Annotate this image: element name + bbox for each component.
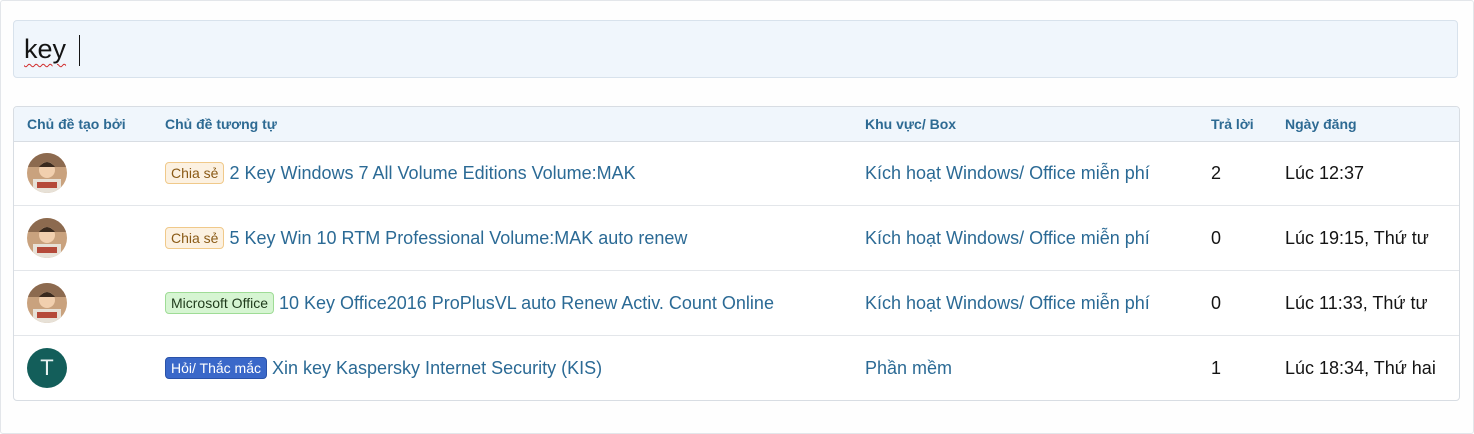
thread-title-link[interactable]: 10 Key Office2016 ProPlusVL auto Renew A… [279,293,774,314]
reply-count: 0 [1211,227,1222,248]
prefix-badge[interactable]: Hỏi/ Thắc mắc [165,357,267,379]
reply-count: 0 [1211,292,1222,313]
header-author: Chủ đề tạo bởi [27,116,126,132]
thread-cell: Microsoft Office 10 Key Office2016 ProPl… [165,271,774,335]
forum-cell: Phần mềm [865,336,952,400]
thread-cell: Chia sẻ 5 Key Win 10 RTM Professional Vo… [165,206,687,270]
table-row: Chia sẻ 2 Key Windows 7 All Volume Editi… [14,141,1459,206]
author-cell [27,206,67,270]
text-caret [79,35,80,66]
avatar[interactable]: T [27,348,67,388]
search-input[interactable]: key [13,20,1458,78]
post-date: Lúc 18:34, Thứ hai [1285,357,1436,378]
reply-count: 2 [1211,162,1222,183]
forum-cell: Kích hoạt Windows/ Office miễn phí [865,141,1150,205]
prefix-badge[interactable]: Microsoft Office [165,292,274,314]
author-cell: T [27,336,67,400]
avatar[interactable] [27,218,67,258]
table-row: Chia sẻ 5 Key Win 10 RTM Professional Vo… [14,206,1459,271]
thread-cell: Hỏi/ Thắc mắc Xin key Kaspersky Internet… [165,336,602,400]
search-input-value: key [24,34,67,64]
date-cell: Lúc 18:34, Thứ hai [1285,336,1436,400]
prefix-badge[interactable]: Chia sẻ [165,162,225,184]
date-cell: Lúc 12:37 [1285,141,1364,205]
thread-title-link[interactable]: 5 Key Win 10 RTM Professional Volume:MAK… [229,228,687,249]
author-cell [27,271,67,335]
forum-cell: Kích hoạt Windows/ Office miễn phí [865,271,1150,335]
thread-cell: Chia sẻ 2 Key Windows 7 All Volume Editi… [165,141,636,205]
thread-title-link[interactable]: Xin key Kaspersky Internet Security (KIS… [272,358,602,379]
forum-cell: Kích hoạt Windows/ Office miễn phí [865,206,1150,270]
replies-cell: 0 [1211,271,1221,335]
avatar[interactable] [27,283,67,323]
post-date: Lúc 12:37 [1285,162,1365,183]
table-header: Chủ đề tạo bởi Chủ đề tương tự Khu vực/ … [14,107,1459,142]
table-row: T Hỏi/ Thắc mắc Xin key Kaspersky Intern… [14,336,1459,400]
reply-count: 1 [1211,357,1222,378]
author-cell [27,141,67,205]
forum-link[interactable]: Phần mềm [865,358,952,379]
table-row: Microsoft Office 10 Key Office2016 ProPl… [14,271,1459,336]
header-date: Ngày đăng [1285,116,1357,132]
date-cell: Lúc 11:33, Thứ tư [1285,271,1428,335]
prefix-badge[interactable]: Chia sẻ [165,227,225,249]
replies-cell: 1 [1211,336,1221,400]
similar-threads-table: Chủ đề tạo bởi Chủ đề tương tự Khu vực/ … [13,106,1460,401]
thread-title-link[interactable]: 2 Key Windows 7 All Volume Editions Volu… [229,163,635,184]
replies-cell: 0 [1211,206,1221,270]
avatar[interactable] [27,153,67,193]
forum-link[interactable]: Kích hoạt Windows/ Office miễn phí [865,163,1150,184]
post-date: Lúc 11:33, Thứ tư [1285,292,1428,313]
header-forum: Khu vực/ Box [865,116,957,132]
forum-link[interactable]: Kích hoạt Windows/ Office miễn phí [865,228,1150,249]
post-date: Lúc 19:15, Thứ tư [1285,227,1429,248]
header-thread: Chủ đề tương tự [165,116,277,132]
date-cell: Lúc 19:15, Thứ tư [1285,206,1429,270]
forum-link[interactable]: Kích hoạt Windows/ Office miễn phí [865,293,1150,314]
replies-cell: 2 [1211,141,1221,205]
header-replies: Trả lời [1211,116,1254,132]
